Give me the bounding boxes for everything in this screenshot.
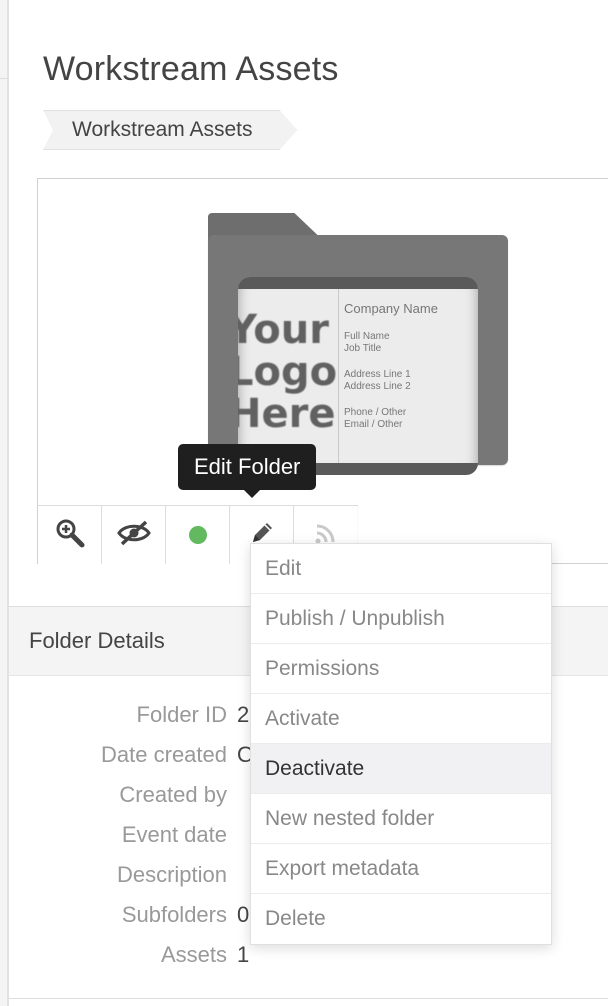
logo-placeholder-text: Your Logo Here [238, 307, 338, 437]
folder-preview: Your Logo Here Company Name Full Name Jo… [37, 178, 608, 564]
menu-item-new-nested-folder[interactable]: New nested folder [251, 794, 551, 844]
divider [0, 78, 8, 79]
divider [9, 998, 608, 999]
menu-item-activate[interactable]: Activate [251, 694, 551, 744]
menu-item-deactivate[interactable]: Deactivate [251, 744, 551, 794]
zoom-in-icon [54, 517, 86, 554]
left-strip [0, 0, 8, 1006]
menu-item-delete[interactable]: Delete [251, 894, 551, 944]
edit-folder-menu: Edit Publish / Unpublish Permissions Act… [250, 543, 552, 945]
menu-item-publish-unpublish[interactable]: Publish / Unpublish [251, 594, 551, 644]
menu-item-permissions[interactable]: Permissions [251, 644, 551, 694]
edit-folder-tooltip: Edit Folder [178, 444, 317, 498]
menu-item-export-metadata[interactable]: Export metadata [251, 844, 551, 894]
menu-item-edit[interactable]: Edit [251, 544, 551, 594]
status-button[interactable] [166, 506, 230, 564]
page-title: Workstream Assets [43, 50, 339, 88]
folder-body: Your Logo Here Company Name Full Name Jo… [208, 235, 508, 475]
folder-thumbnail[interactable]: Your Logo Here Company Name Full Name Jo… [208, 213, 508, 475]
card-info: Company Name Full Name Job Title Address… [344, 301, 438, 430]
eye-off-icon [116, 519, 151, 552]
zoom-button[interactable] [38, 506, 102, 564]
breadcrumb[interactable]: Workstream Assets [43, 110, 298, 150]
visibility-button[interactable] [102, 506, 166, 564]
status-dot-icon [188, 526, 207, 544]
